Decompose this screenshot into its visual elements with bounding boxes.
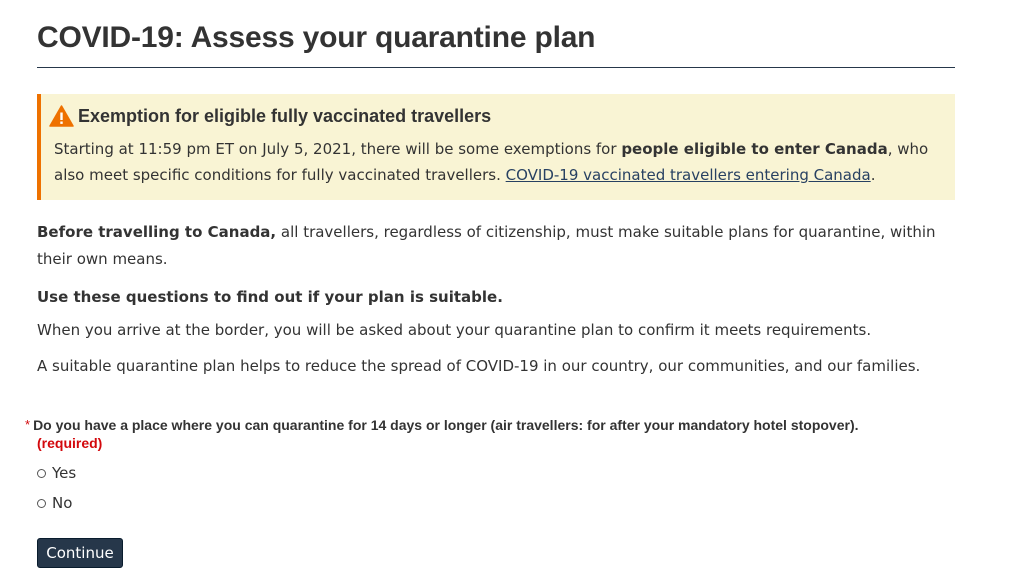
alert-title: Exemption for eligible fully vaccinated … (78, 105, 492, 126)
alert-heading: Exemption for eligible fully vaccinated … (49, 105, 491, 127)
radio-label-yes[interactable]: Yes (52, 464, 76, 482)
alert-body-emphasis: people eligible to enter Canada (621, 140, 888, 158)
vaccinated-travellers-link[interactable]: COVID-19 vaccinated travellers entering … (506, 166, 871, 184)
alert-body-text: Starting at 11:59 pm ET on July 5, 2021,… (54, 140, 622, 158)
continue-button[interactable]: Continue (37, 538, 123, 568)
alert-body-end: . (870, 166, 876, 184)
instructions-heading: Use these questions to find out if your … (37, 288, 503, 306)
alert-body: Starting at 11:59 pm ET on July 5, 2021,… (54, 136, 950, 188)
required-label: (required) (37, 435, 103, 451)
radio-option-yes[interactable]: Yes (37, 464, 76, 482)
purpose-paragraph: A suitable quarantine plan helps to redu… (37, 357, 921, 375)
border-paragraph: When you arrive at the border, you will … (37, 321, 872, 339)
title-divider (37, 67, 955, 68)
radio-button-yes[interactable] (37, 468, 46, 478)
intro-bold: Before travelling to Canada, (37, 223, 277, 241)
quarantine-question: * Do you have a place where you can quara… (25, 416, 955, 452)
radio-button-no[interactable] (37, 498, 46, 508)
warning-triangle-icon (49, 105, 74, 127)
radio-option-no[interactable]: No (37, 494, 72, 512)
required-asterisk: * (25, 417, 31, 432)
radio-label-no[interactable]: No (52, 494, 72, 512)
page-title: COVID-19: Assess your quarantine plan (37, 21, 596, 54)
intro-paragraph: Before travelling to Canada, all travell… (37, 219, 937, 273)
warning-alert: Exemption for eligible fully vaccinated … (37, 94, 955, 200)
question-label: Do you have a place where you can quaran… (33, 417, 859, 433)
